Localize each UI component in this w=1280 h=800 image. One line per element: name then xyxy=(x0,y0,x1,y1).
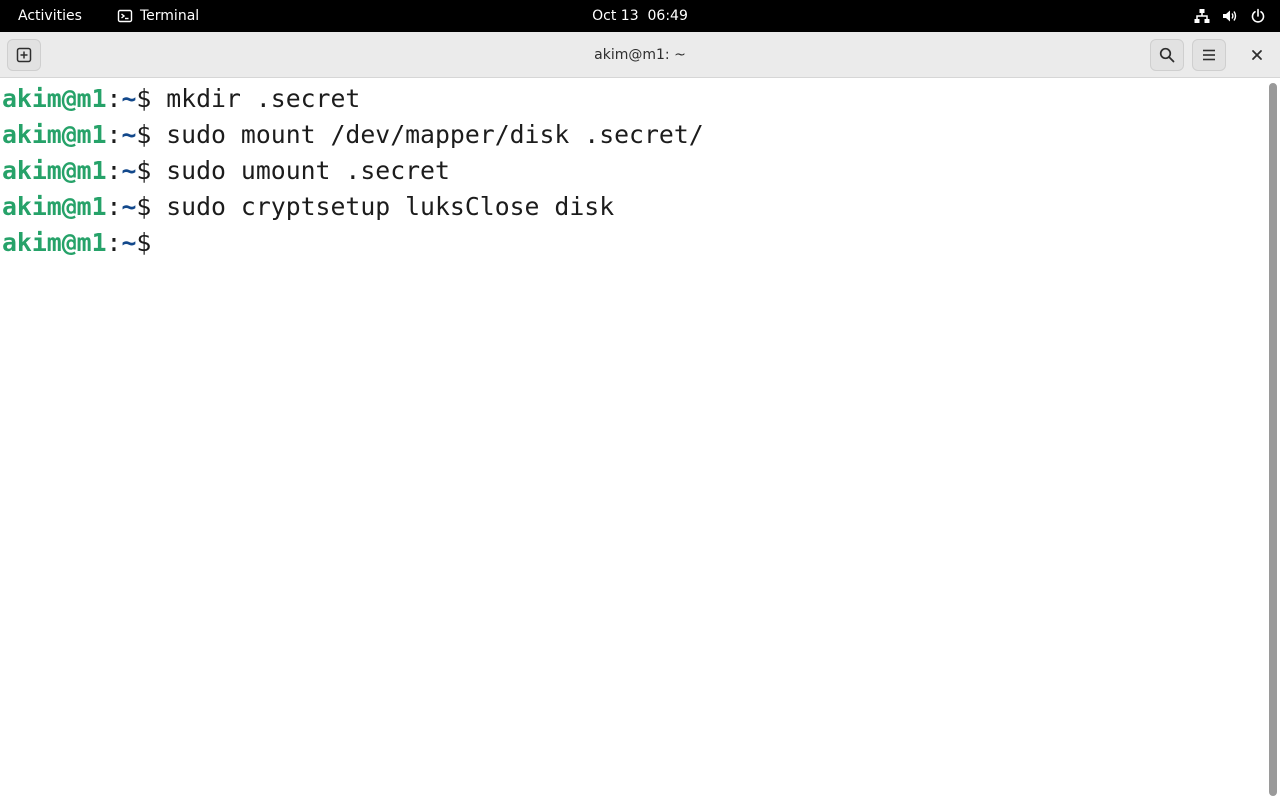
power-icon[interactable] xyxy=(1250,8,1266,24)
volume-icon[interactable] xyxy=(1222,8,1238,24)
menu-icon xyxy=(1203,49,1215,61)
menu-button[interactable] xyxy=(1192,39,1226,71)
prompt-colon: : xyxy=(106,192,122,221)
prompt-user: akim@m1 xyxy=(2,192,107,221)
prompt-colon: : xyxy=(106,228,122,257)
app-menu[interactable]: Terminal xyxy=(117,0,199,32)
command-text: sudo cryptsetup luksClose disk xyxy=(151,192,615,221)
window-title: akim@m1: ~ xyxy=(594,47,686,63)
window-title-container: akim@m1: ~ xyxy=(0,32,1280,78)
prompt-user: akim@m1 xyxy=(2,228,107,257)
prompt-colon: : xyxy=(106,120,122,149)
prompt-colon: : xyxy=(106,156,122,185)
terminal-line: akim@m1:~$ sudo mount /dev/mapper/disk .… xyxy=(2,117,704,153)
scrollbar-thumb[interactable] xyxy=(1269,83,1277,796)
prompt-dollar: $ xyxy=(136,156,152,185)
prompt-user: akim@m1 xyxy=(2,84,107,113)
prompt-user: akim@m1 xyxy=(2,120,107,149)
activities-button[interactable]: Activities xyxy=(18,0,82,32)
new-tab-icon xyxy=(16,47,32,63)
terminal-line: akim@m1:~$ sudo umount .secret xyxy=(2,153,450,189)
terminal-line: akim@m1:~$ sudo cryptsetup luksClose dis… xyxy=(2,189,614,225)
terminal-icon xyxy=(117,9,133,23)
terminal-view[interactable]: akim@m1:~$ mkdir .secret akim@m1:~$ sudo… xyxy=(0,79,1266,800)
network-icon[interactable] xyxy=(1194,8,1210,24)
command-text: mkdir .secret xyxy=(151,84,361,113)
window-headerbar: akim@m1: ~ xyxy=(0,32,1280,78)
prompt-dollar: $ xyxy=(136,192,152,221)
prompt-user: akim@m1 xyxy=(2,156,107,185)
prompt-colon: : xyxy=(106,84,122,113)
prompt-path: ~ xyxy=(121,120,137,149)
search-button[interactable] xyxy=(1150,39,1184,71)
top-bar: Activities Terminal Oct 13 06:49 xyxy=(0,0,1280,32)
prompt-path: ~ xyxy=(121,156,137,185)
prompt-dollar: $ xyxy=(136,120,152,149)
command-text: sudo mount /dev/mapper/disk .secret/ xyxy=(151,120,704,149)
close-icon xyxy=(1252,50,1262,60)
system-tray[interactable] xyxy=(1194,0,1266,32)
prompt-dollar: $ xyxy=(136,84,152,113)
terminal-line: akim@m1:~$ xyxy=(2,225,151,261)
search-icon xyxy=(1159,47,1175,63)
prompt-path: ~ xyxy=(121,192,137,221)
new-tab-button[interactable] xyxy=(7,39,41,71)
command-text: sudo umount .secret xyxy=(151,156,450,185)
clock[interactable]: Oct 13 06:49 xyxy=(592,8,688,24)
app-name: Terminal xyxy=(140,8,200,24)
prompt-path: ~ xyxy=(121,228,137,257)
prompt-path: ~ xyxy=(121,84,137,113)
prompt-dollar: $ xyxy=(136,228,152,257)
terminal-line: akim@m1:~$ mkdir .secret xyxy=(2,81,360,117)
close-button[interactable] xyxy=(1240,39,1274,71)
